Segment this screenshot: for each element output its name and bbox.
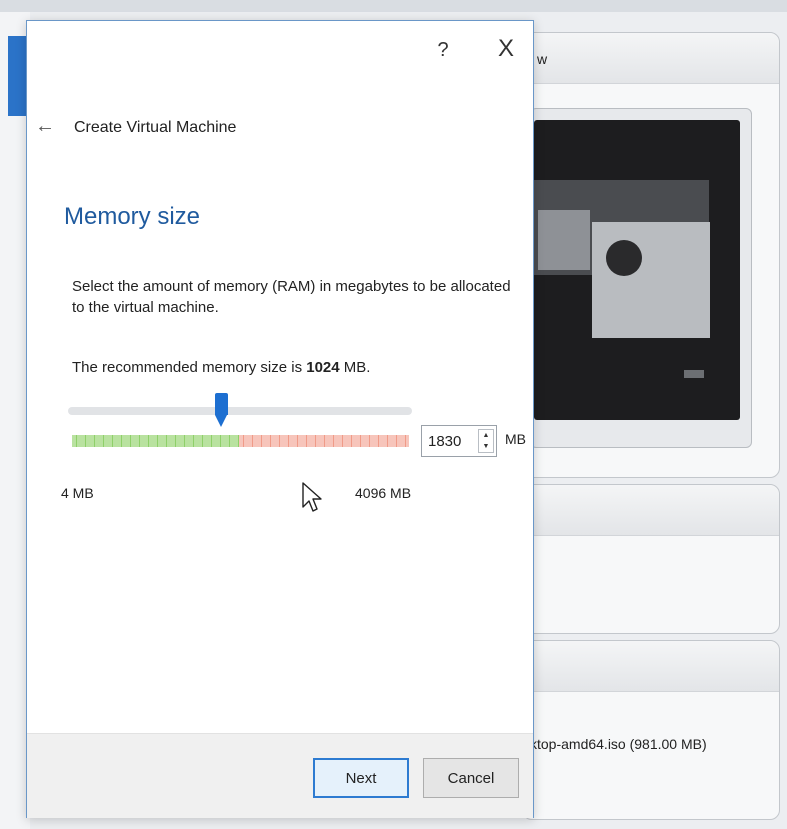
preview-sidebar bbox=[538, 210, 590, 270]
slider-min-label: 4 MB bbox=[61, 485, 94, 501]
spin-down-icon[interactable]: ▼ bbox=[479, 441, 493, 452]
slider-max-label: 4096 MB bbox=[355, 485, 412, 501]
cancel-button[interactable]: Cancel bbox=[423, 758, 519, 798]
memory-slider-handle[interactable] bbox=[214, 393, 228, 429]
dialog-title: Create Virtual Machine bbox=[74, 119, 237, 136]
spin-up-icon[interactable]: ▲ bbox=[479, 430, 493, 441]
storage-panel-header bbox=[523, 641, 779, 692]
close-button[interactable]: X bbox=[493, 35, 519, 63]
memory-slider-track[interactable] bbox=[68, 407, 412, 415]
create-vm-dialog: ? X ← Create Virtual Machine Memory size… bbox=[26, 20, 534, 818]
preview-panel-header: w bbox=[523, 33, 779, 84]
recommend-suffix: MB. bbox=[339, 359, 371, 376]
memory-size-value[interactable]: 1830 bbox=[428, 433, 461, 450]
info-panel bbox=[522, 484, 780, 634]
dialog-footer: Next Cancel bbox=[27, 733, 533, 818]
memory-slider-scale bbox=[72, 435, 409, 447]
mouse-pointer-icon bbox=[302, 482, 322, 512]
next-button[interactable]: Next bbox=[313, 758, 409, 798]
preview-button bbox=[684, 370, 704, 378]
preview-circle bbox=[606, 240, 642, 276]
slider-handle-cap bbox=[214, 393, 228, 415]
recommended-memory-text: The recommended memory size is 1024 MB. bbox=[72, 359, 370, 376]
section-title: Memory size bbox=[64, 203, 201, 230]
memory-unit-label: MB bbox=[505, 431, 526, 447]
memory-description: Select the amount of memory (RAM) in meg… bbox=[72, 278, 511, 316]
back-arrow-icon[interactable]: ← bbox=[35, 115, 55, 138]
background-titlebar bbox=[0, 0, 787, 12]
recommend-value: 1024 bbox=[306, 359, 340, 376]
slider-handle-tip bbox=[214, 415, 227, 427]
help-button[interactable]: ? bbox=[431, 39, 455, 62]
recommended-range bbox=[72, 435, 239, 447]
recommend-prefix: The recommended memory size is bbox=[72, 359, 307, 376]
storage-panel bbox=[522, 640, 780, 820]
info-panel-header bbox=[523, 485, 779, 536]
spin-buttons: ▲ ▼ bbox=[478, 429, 494, 453]
excessive-range bbox=[239, 435, 409, 447]
iso-file-label: ktop-amd64.iso (981.00 MB) bbox=[530, 736, 707, 752]
memory-size-spinbox[interactable]: 1830 ▲ ▼ bbox=[421, 425, 497, 457]
preview-content bbox=[592, 222, 710, 338]
vm-preview-image bbox=[534, 120, 740, 420]
